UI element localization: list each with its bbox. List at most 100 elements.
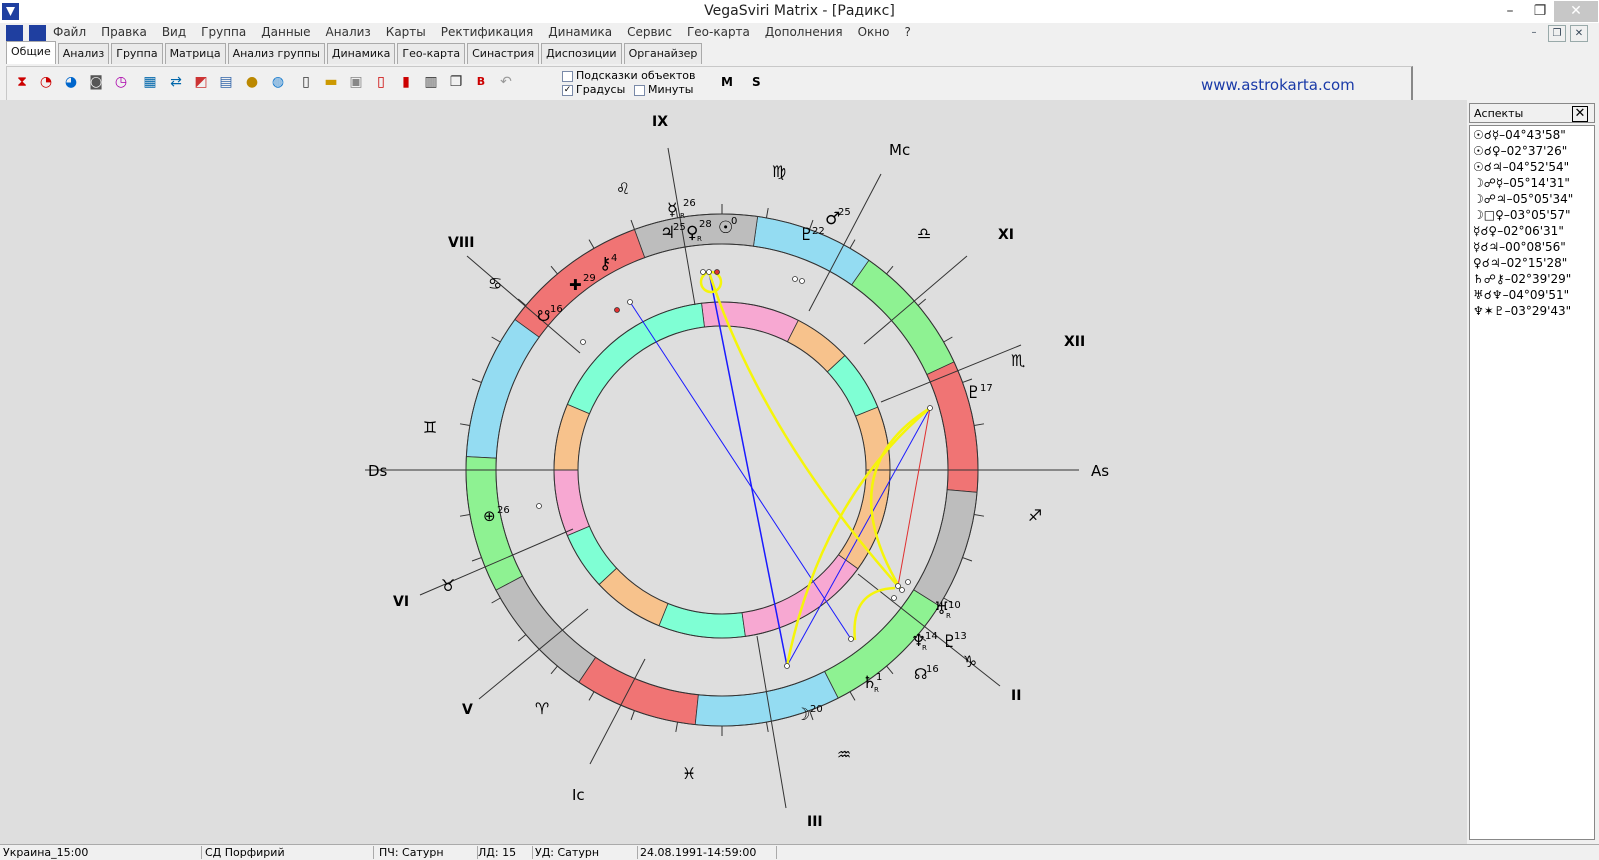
minutes-box[interactable]: [634, 84, 645, 96]
node-point[interactable]: ☊ 16: [914, 664, 939, 683]
hints-checkbox[interactable]: Подсказки объектов: [562, 69, 696, 82]
shapes-icon[interactable]: ◩: [192, 73, 210, 91]
degree-tick: [491, 336, 501, 343]
tab-group[interactable]: Группа: [111, 43, 163, 64]
menu-help[interactable]: ?: [904, 25, 910, 39]
pluto-planet[interactable]: ♇ 17: [966, 383, 993, 403]
aspect-item[interactable]: ☉☌♃–04°52'54": [1473, 160, 1591, 176]
doc-red-icon[interactable]: ▮: [397, 73, 415, 91]
aspect-item[interactable]: ♅☌♆–04°09'51": [1473, 288, 1591, 304]
clock-blue-icon[interactable]: ◕: [62, 73, 80, 91]
mdi-close-button[interactable]: ✕: [1570, 25, 1588, 42]
menu-view[interactable]: Вид: [162, 25, 186, 39]
close-button[interactable]: ✕: [1554, 1, 1598, 22]
website-link[interactable]: www.astrokarta.com: [1201, 76, 1355, 94]
mars-planet[interactable]: ♂ 25: [825, 207, 851, 229]
menu-bar: Файл Правка Вид Группа Данные Анализ Кар…: [0, 23, 1599, 43]
uranus-planet[interactable]: ♅ 10 R: [934, 599, 961, 620]
menu-analysis[interactable]: Анализ: [326, 25, 371, 39]
aspects-close-button[interactable]: ✕: [1572, 106, 1588, 122]
arrows-icon[interactable]: ⇄: [167, 73, 185, 91]
print-icon[interactable]: ▥: [422, 73, 440, 91]
degree-tick: [849, 239, 856, 249]
degree-tick: [550, 265, 558, 275]
new-file-icon[interactable]: ▯: [297, 73, 315, 91]
tab-analysis[interactable]: Анализ: [57, 43, 110, 64]
moon-planet[interactable]: ☽ 20: [795, 704, 823, 725]
neptune-planet[interactable]: ♆ 14 R: [911, 631, 938, 652]
menu-rectification[interactable]: Ректификация: [441, 25, 534, 39]
minimize-button[interactable]: –: [1500, 1, 1520, 22]
cross-degree: 29: [583, 273, 596, 284]
save-icon[interactable]: ▣: [347, 73, 365, 91]
menu-charts[interactable]: Карты: [386, 25, 426, 39]
mdi-restore-button[interactable]: ❐: [1548, 25, 1566, 42]
menu-dynamics[interactable]: Динамика: [548, 25, 612, 39]
tab-synastry[interactable]: Синастрия: [467, 43, 540, 64]
menu-data[interactable]: Данные: [261, 25, 310, 39]
menu-addons[interactable]: Дополнения: [765, 25, 843, 39]
m-button[interactable]: M: [721, 75, 733, 89]
table-icon[interactable]: ▤: [217, 73, 235, 91]
hints-box[interactable]: [562, 70, 573, 82]
aspect-item[interactable]: ☿☌♃–00°08'56": [1473, 240, 1591, 256]
aspect-item[interactable]: ♆✶♇–03°29'43": [1473, 304, 1591, 320]
aspect-item[interactable]: ☉☌♀–02°37'26": [1473, 144, 1591, 160]
ball-icon[interactable]: ●: [243, 73, 261, 91]
pdf-icon[interactable]: ▯: [372, 73, 390, 91]
restore-button[interactable]: ❐: [1530, 1, 1550, 22]
leo-icon: ♌: [616, 179, 630, 198]
tab-organizer[interactable]: Органайзер: [623, 43, 703, 64]
menu-group[interactable]: Группа: [201, 25, 246, 39]
aspect-item[interactable]: ☽☍♃–05°05'34": [1473, 192, 1591, 208]
taurus-icon: ♉: [441, 576, 455, 595]
tab-dynamics[interactable]: Динамика: [326, 43, 396, 64]
degree-tick: [471, 557, 482, 562]
tab-group-analysis[interactable]: Анализ группы: [227, 43, 325, 64]
aspect-item[interactable]: ☿☌♀–02°06'31": [1473, 224, 1591, 240]
tab-geomap[interactable]: Гео-карта: [397, 43, 466, 64]
menu-file[interactable]: Файл: [53, 25, 86, 39]
menu-service[interactable]: Сервис: [627, 25, 672, 39]
mdi-minimize-button[interactable]: –: [1526, 25, 1542, 40]
lilith-point[interactable]: ☋ 16: [537, 304, 563, 325]
cross-icon: ✚: [569, 276, 582, 294]
degrees-box[interactable]: ✓: [562, 84, 573, 96]
menu-edit[interactable]: Правка: [101, 25, 147, 39]
open-folder-icon[interactable]: ▬: [322, 73, 340, 91]
libra-icon: ♎: [917, 224, 931, 243]
menu-geomap[interactable]: Гео-карта: [687, 25, 750, 39]
aspects-list[interactable]: ☉☌☿–04°43'58" ☉☌♀–02°37'26" ☉☌♃–04°52'54…: [1469, 125, 1595, 840]
menu-window[interactable]: Окно: [858, 25, 890, 39]
tab-general[interactable]: Общие: [6, 41, 56, 64]
s-button[interactable]: S: [752, 75, 761, 89]
planet-dot: [895, 583, 901, 589]
clock-red-icon[interactable]: ◔: [37, 73, 55, 91]
minutes-checkbox[interactable]: Минуты: [634, 83, 693, 96]
label-house-xii: XII: [1064, 334, 1085, 350]
copy-icon[interactable]: ❐: [447, 73, 465, 91]
saturn-planet[interactable]: ♄ 1 R: [862, 672, 882, 694]
proserpina-planet[interactable]: ♇ 13: [942, 631, 967, 652]
planet-dot: [706, 269, 712, 275]
grid-icon[interactable]: ▦: [141, 73, 159, 91]
bmp-icon[interactable]: B: [472, 73, 490, 91]
natal-chart[interactable]: As Ds Mc Ic II III V VI VIII IX XI XII ♍…: [0, 100, 1467, 844]
mdi-doc-icon[interactable]: [6, 25, 23, 41]
aspect-item[interactable]: ♀☌♃–02°15'28": [1473, 256, 1591, 272]
undo-icon[interactable]: ↶: [497, 73, 515, 91]
tab-matrix[interactable]: Матрица: [164, 43, 226, 64]
degree-tick: [517, 634, 527, 642]
aspect-item[interactable]: ☽□♀–03°05'57": [1473, 208, 1591, 224]
mdi-child-icon[interactable]: [29, 25, 46, 41]
timer-icon[interactable]: ◙: [87, 73, 105, 91]
clock-purple-icon[interactable]: ◷: [112, 73, 130, 91]
aspect-item[interactable]: ☉☌☿–04°43'58": [1473, 128, 1591, 144]
globe-icon[interactable]: ◍: [269, 73, 287, 91]
aspect-item[interactable]: ♄☍⚷–02°39'29": [1473, 272, 1591, 288]
aspect-item[interactable]: ☽☍☿–05°14'31": [1473, 176, 1591, 192]
degree-tick: [849, 691, 856, 701]
tab-dispositions[interactable]: Диспозиции: [541, 43, 622, 64]
hourglass-icon[interactable]: ⧗: [13, 73, 31, 91]
degrees-checkbox[interactable]: ✓ Градусы: [562, 83, 625, 96]
